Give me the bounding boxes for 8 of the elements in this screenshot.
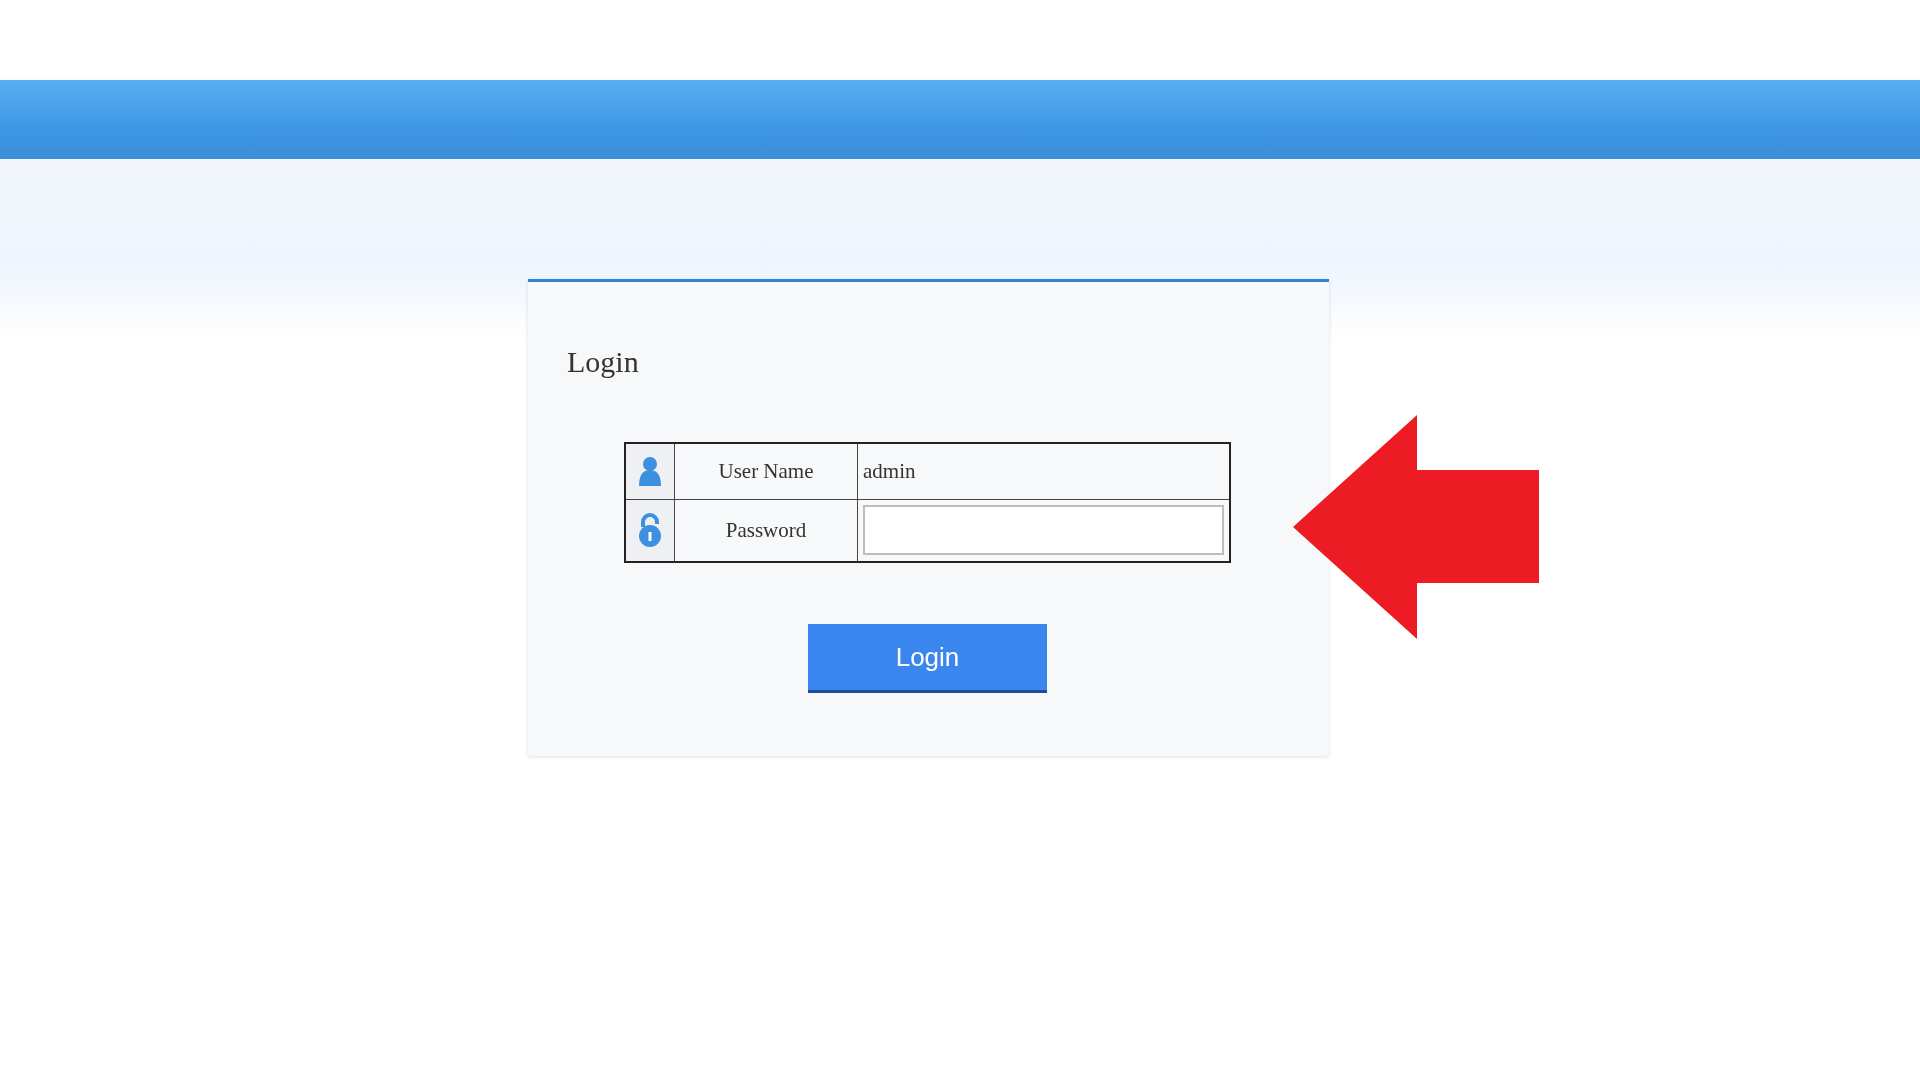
person-icon [638, 456, 662, 487]
field-label: User Name [718, 458, 814, 483]
login-button[interactable]: Login [808, 624, 1047, 693]
login-title: Login [567, 344, 639, 380]
field-label: Password [725, 517, 807, 542]
lock-icon [637, 513, 663, 548]
username-field[interactable]: admin [863, 458, 983, 484]
password-field[interactable] [863, 505, 1224, 556]
